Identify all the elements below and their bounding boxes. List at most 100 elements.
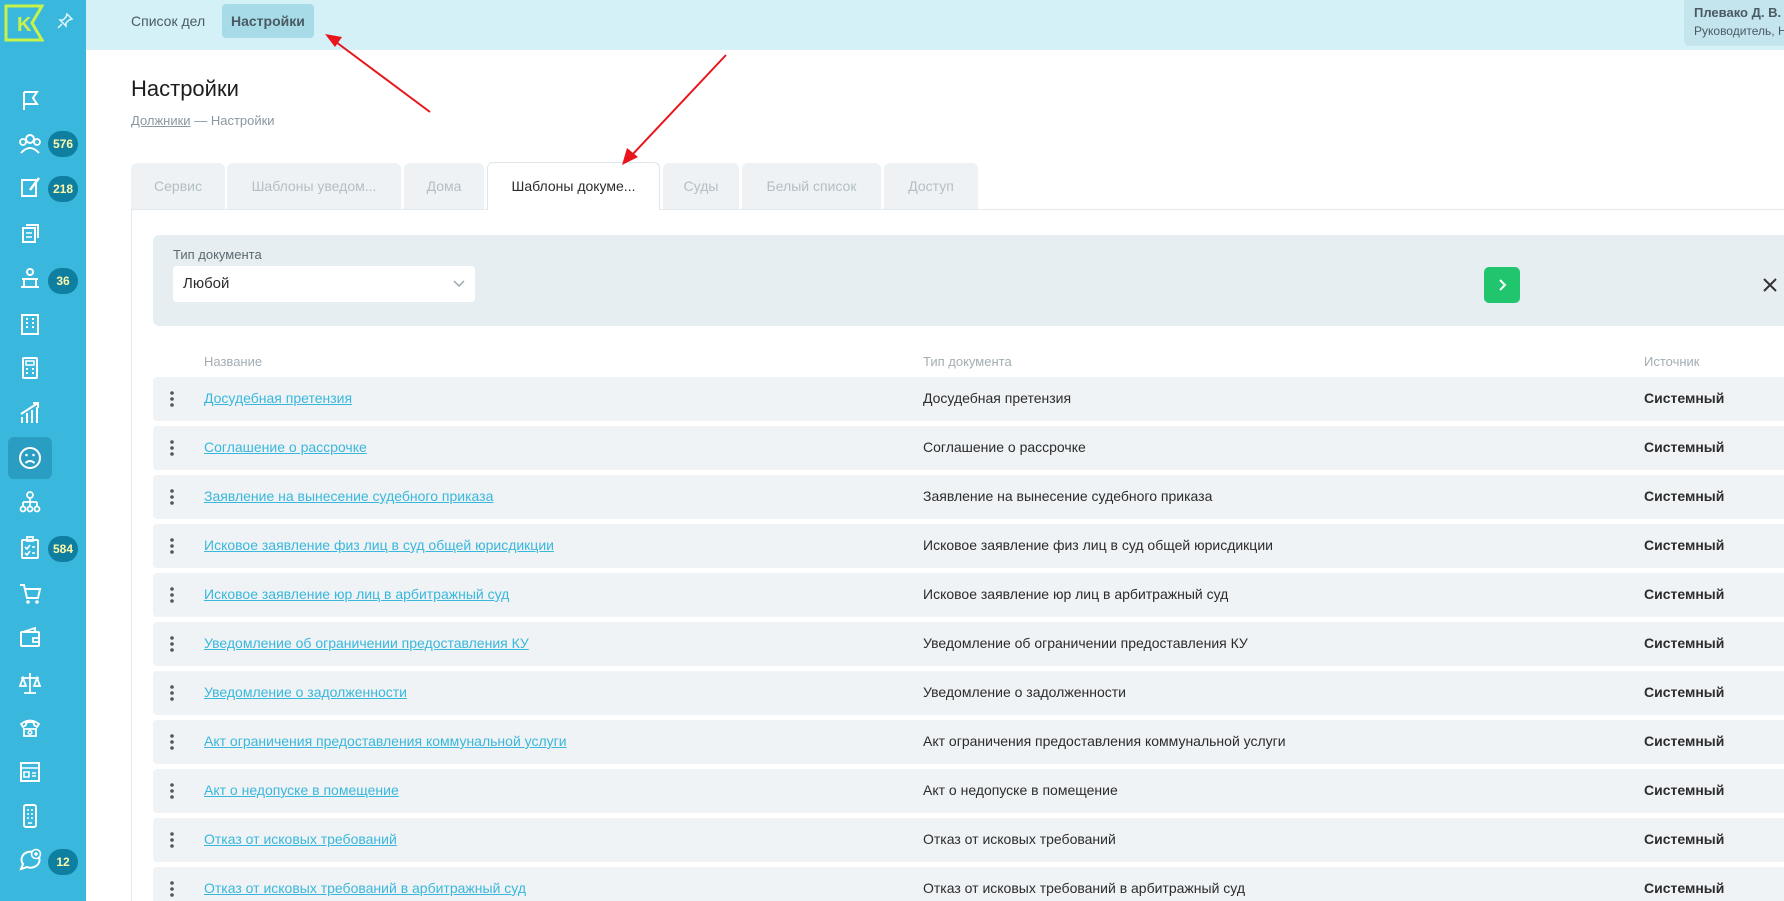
cart-icon[interactable] [8, 572, 52, 614]
chat-add-icon[interactable] [8, 840, 52, 882]
apply-filter-button[interactable] [1484, 267, 1520, 303]
annotation-arrow-tab [622, 54, 727, 165]
flag-icon[interactable] [8, 80, 52, 122]
table-row[interactable]: Соглашение о рассрочке Соглашение о расср… [153, 426, 1784, 470]
wallet-icon[interactable] [8, 617, 52, 659]
document-type-cell: Акт ограничения предоставления коммуналь… [923, 733, 1286, 749]
chevron-right-icon [1499, 279, 1507, 291]
table-row[interactable]: Досудебная претензия Досудебная претензия… [153, 377, 1784, 421]
column-header-source[interactable]: Источник [1644, 354, 1700, 369]
document-type-value: Любой [183, 275, 230, 292]
template-name-link[interactable]: Исковое заявление физ лиц в суд общей юр… [204, 537, 554, 553]
tab-courts[interactable]: Суды [663, 163, 739, 209]
kebab-menu-icon[interactable] [167, 879, 177, 899]
mobile-device-icon[interactable] [8, 795, 52, 837]
table-row[interactable]: Уведомление об ограничении предоставлени… [153, 622, 1784, 666]
tab-whitelist[interactable]: Белый список [742, 163, 881, 209]
document-type-cell: Акт о недопуске в помещение [923, 782, 1118, 798]
column-header-name[interactable]: Название [204, 354, 262, 369]
source-cell: Системный [1644, 684, 1725, 700]
kebab-menu-icon[interactable] [167, 389, 177, 409]
table-row[interactable]: Отказ от исковых требований Отказ от иско… [153, 818, 1784, 862]
kebab-menu-icon[interactable] [167, 487, 177, 507]
kebab-menu-icon[interactable] [167, 781, 177, 801]
top-bar: Список дел Настройки Плевако Д. В. Руков… [86, 0, 1784, 50]
kebab-menu-icon[interactable] [167, 438, 177, 458]
filter-label-document-type: Тип документа [173, 247, 262, 262]
user-role: Руководитель, Н [1694, 24, 1784, 38]
kebab-menu-icon[interactable] [167, 634, 177, 654]
top-link-case-list[interactable]: Список дел [122, 4, 214, 38]
scales-icon[interactable] [8, 662, 52, 704]
template-name-link[interactable]: Акт ограничения предоставления коммуналь… [204, 733, 567, 749]
source-cell: Системный [1644, 586, 1725, 602]
table-row[interactable]: Заявление на вынесение судебного приказа… [153, 475, 1784, 519]
template-name-link[interactable]: Заявление на вынесение судебного приказа [204, 488, 493, 504]
template-name-link[interactable]: Акт о недопуске в помещение [204, 782, 399, 798]
kebab-menu-icon[interactable] [167, 683, 177, 703]
table-row[interactable]: Отказ от исковых требований в арбитражны… [153, 867, 1784, 901]
growth-chart-icon[interactable] [8, 392, 52, 434]
kebab-menu-icon[interactable] [167, 732, 177, 752]
breadcrumb-separator: — [194, 113, 208, 128]
column-header-document-type[interactable]: Тип документа [923, 354, 1012, 369]
template-name-link[interactable]: Уведомление о задолженности [204, 684, 407, 700]
filter-panel: Тип документа Любой [153, 235, 1784, 326]
table-row[interactable]: Исковое заявление юр лиц в арбитражный с… [153, 573, 1784, 617]
template-name-link[interactable]: Исковое заявление юр лиц в арбитражный с… [204, 586, 509, 602]
court-bench-icon[interactable] [8, 258, 52, 300]
kebab-menu-icon[interactable] [167, 830, 177, 850]
template-name-link[interactable]: Уведомление об ограничении предоставлени… [204, 635, 529, 651]
tab-access[interactable]: Доступ [884, 163, 978, 209]
edit-document-icon[interactable] [8, 166, 52, 208]
tabs-divider [131, 209, 1784, 210]
phone-icon[interactable] [8, 706, 52, 748]
source-cell: Системный [1644, 635, 1725, 651]
template-name-link[interactable]: Досудебная претензия [204, 390, 352, 406]
tab-document-templates[interactable]: Шаблоны докуме... [487, 162, 660, 210]
source-cell: Системный [1644, 488, 1725, 504]
template-name-link[interactable]: Соглашение о рассрочке [204, 439, 367, 455]
documents-stack-icon[interactable] [8, 212, 52, 254]
kebab-menu-icon[interactable] [167, 585, 177, 605]
document-type-cell: Заявление на вынесение судебного приказа [923, 488, 1213, 504]
kebab-menu-icon[interactable] [167, 536, 177, 556]
window-panel-icon[interactable] [8, 751, 52, 793]
table-row[interactable]: Уведомление о задолженности Уведомление о… [153, 671, 1784, 715]
source-cell: Системный [1644, 439, 1725, 455]
breadcrumb-current: Настройки [210, 113, 275, 128]
tab-service[interactable]: Сервис [131, 163, 225, 209]
tab-houses[interactable]: Дома [404, 163, 484, 209]
top-link-settings[interactable]: Настройки [222, 4, 314, 38]
breadcrumb-link-debtors[interactable]: Должники [131, 113, 191, 128]
source-cell: Системный [1644, 831, 1725, 847]
table-row[interactable]: Исковое заявление физ лиц в суд общей юр… [153, 524, 1784, 568]
user-card[interactable]: Плевако Д. В. Руководитель, Н [1684, 0, 1784, 46]
badge-chat: 12 [48, 849, 78, 875]
table-row[interactable]: Акт о недопуске в помещение Акт о недопус… [153, 769, 1784, 813]
logo[interactable]: K [4, 4, 45, 42]
source-cell: Системный [1644, 880, 1725, 896]
document-type-cell: Уведомление об ограничении предоставлени… [923, 635, 1248, 651]
document-type-cell: Исковое заявление юр лиц в арбитражный с… [923, 586, 1229, 602]
chevron-down-icon [453, 280, 465, 288]
document-type-select[interactable]: Любой [173, 266, 475, 302]
building-icon[interactable] [8, 303, 52, 345]
calculator-icon[interactable] [8, 347, 52, 389]
document-type-cell: Досудебная претензия [923, 390, 1072, 406]
close-icon[interactable] [1760, 275, 1780, 295]
org-structure-icon[interactable] [8, 482, 52, 524]
user-name: Плевако Д. В. [1694, 5, 1782, 20]
badge-court: 36 [48, 268, 78, 294]
page-title: Настройки [131, 76, 239, 101]
table-row[interactable]: Акт ограничения предоставления коммуналь… [153, 720, 1784, 764]
document-type-cell: Отказ от исковых требований [923, 831, 1116, 847]
checklist-icon[interactable] [8, 527, 52, 569]
debtors-group-icon[interactable] [8, 123, 52, 165]
tab-notification-templates[interactable]: Шаблоны уведом... [227, 163, 401, 209]
badge-debtors: 576 [48, 131, 79, 157]
sad-face-icon[interactable] [8, 437, 52, 479]
pin-icon[interactable] [56, 12, 74, 30]
template-name-link[interactable]: Отказ от исковых требований в арбитражны… [204, 880, 526, 896]
template-name-link[interactable]: Отказ от исковых требований [204, 831, 397, 847]
